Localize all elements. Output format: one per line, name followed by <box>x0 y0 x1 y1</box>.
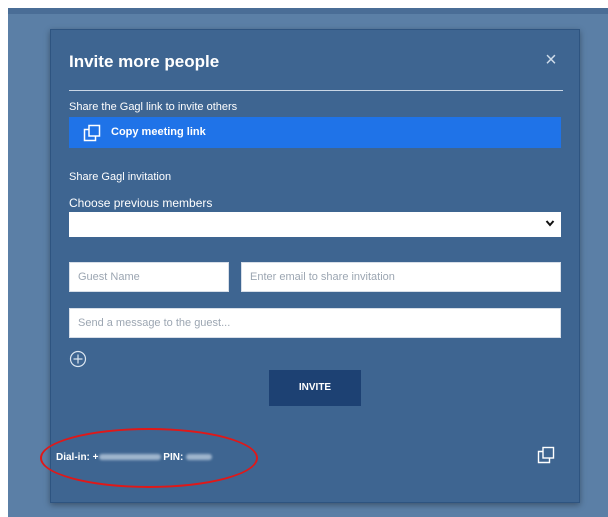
guest-email-input[interactable]: Enter email to share invitation <box>241 262 561 292</box>
share-link-label: Share the Gagl link to invite others <box>69 101 238 113</box>
previous-members-select[interactable] <box>69 212 561 237</box>
guest-name-input[interactable]: Guest Name <box>69 262 229 292</box>
copy-meeting-link-label: Copy meeting link <box>111 126 206 138</box>
guest-message-input[interactable]: Send a message to the guest... <box>69 308 561 338</box>
share-invitation-label: Share Gagl invitation <box>69 171 172 183</box>
chevron-down-icon <box>545 220 555 227</box>
invite-button[interactable]: INVITE <box>269 370 361 406</box>
close-icon[interactable]: × <box>539 48 563 72</box>
plus-circle-icon[interactable] <box>69 350 87 368</box>
copy-meeting-link-button[interactable]: Copy meeting link <box>69 117 561 148</box>
backdrop-edge <box>8 8 608 14</box>
choose-members-label: Choose previous members <box>69 196 213 210</box>
red-highlight-oval <box>40 428 258 488</box>
dialog-title: Invite more people <box>69 52 220 71</box>
copy-icon <box>83 124 101 142</box>
title-divider <box>69 90 563 91</box>
copy-icon[interactable] <box>537 446 555 464</box>
